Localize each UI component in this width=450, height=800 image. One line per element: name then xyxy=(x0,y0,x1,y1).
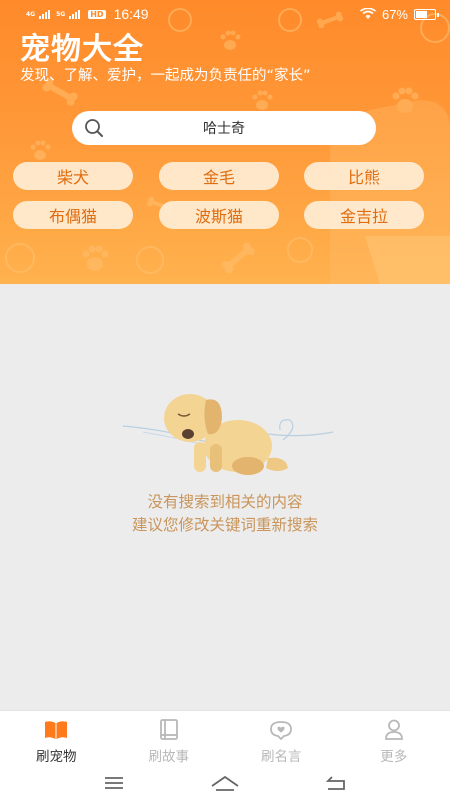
signal-icon xyxy=(39,9,51,19)
system-navigation-bar xyxy=(0,766,450,800)
tab-quotes[interactable]: 刷名言 xyxy=(225,711,338,766)
page-subtitle: 发现、了解、爱护，一起成为负责任的“家长” xyxy=(20,68,311,84)
tag-chip[interactable]: 波斯猫 xyxy=(159,201,279,229)
battery-icon xyxy=(414,8,439,20)
menu-icon[interactable] xyxy=(102,774,126,792)
tab-pets[interactable]: 刷宠物 xyxy=(0,711,113,766)
network-indicator: 4G xyxy=(26,11,35,18)
sad-dog-illustration xyxy=(122,394,334,475)
page-title: 宠物大全 xyxy=(20,32,144,67)
search-icon xyxy=(85,119,103,137)
bottom-tab-bar: 刷宠物 刷故事 刷名言 更多 xyxy=(0,710,450,766)
network-indicator-2: 5G xyxy=(56,11,65,18)
open-book-icon xyxy=(45,721,68,739)
home-icon[interactable] xyxy=(210,774,240,792)
tag-chip[interactable]: 金毛 xyxy=(159,162,279,190)
book-icon xyxy=(159,719,178,740)
heart-bubble-icon xyxy=(270,721,293,741)
tab-label: 刷宠物 xyxy=(36,749,77,765)
search-input[interactable]: 哈士奇 xyxy=(72,118,376,138)
search-bar[interactable]: 哈士奇 xyxy=(72,111,376,145)
empty-message: 没有搜索到相关的内容 xyxy=(147,493,303,511)
tab-label: 更多 xyxy=(380,749,408,765)
battery-percent: 67% xyxy=(381,6,408,22)
person-icon xyxy=(384,719,403,740)
tag-chip[interactable]: 柴犬 xyxy=(13,162,133,190)
tag-chip[interactable]: 金吉拉 xyxy=(304,201,424,229)
empty-hint: 建议您修改关键词重新搜索 xyxy=(131,516,318,534)
tab-more[interactable]: 更多 xyxy=(338,711,450,766)
network-label-1: 4G xyxy=(26,10,36,18)
clock-time: 16:49 xyxy=(113,6,149,22)
back-icon[interactable] xyxy=(324,774,348,792)
wifi-icon xyxy=(359,8,376,19)
tag-chip[interactable]: 布偶猫 xyxy=(13,201,133,229)
hd-badge: HD xyxy=(88,9,106,19)
header-banner: 4G 5G HD 16:49 67% 宠物大全 发现、了解、爱护，一起成为负责任… xyxy=(0,0,450,284)
tab-label: 刷名言 xyxy=(261,749,302,765)
tab-label: 刷故事 xyxy=(148,749,190,765)
signal-icon-2 xyxy=(69,9,81,19)
tag-chip[interactable]: 比熊 xyxy=(304,162,424,190)
tab-stories[interactable]: 刷故事 xyxy=(113,711,226,766)
network-label-2: 5G xyxy=(56,10,66,18)
